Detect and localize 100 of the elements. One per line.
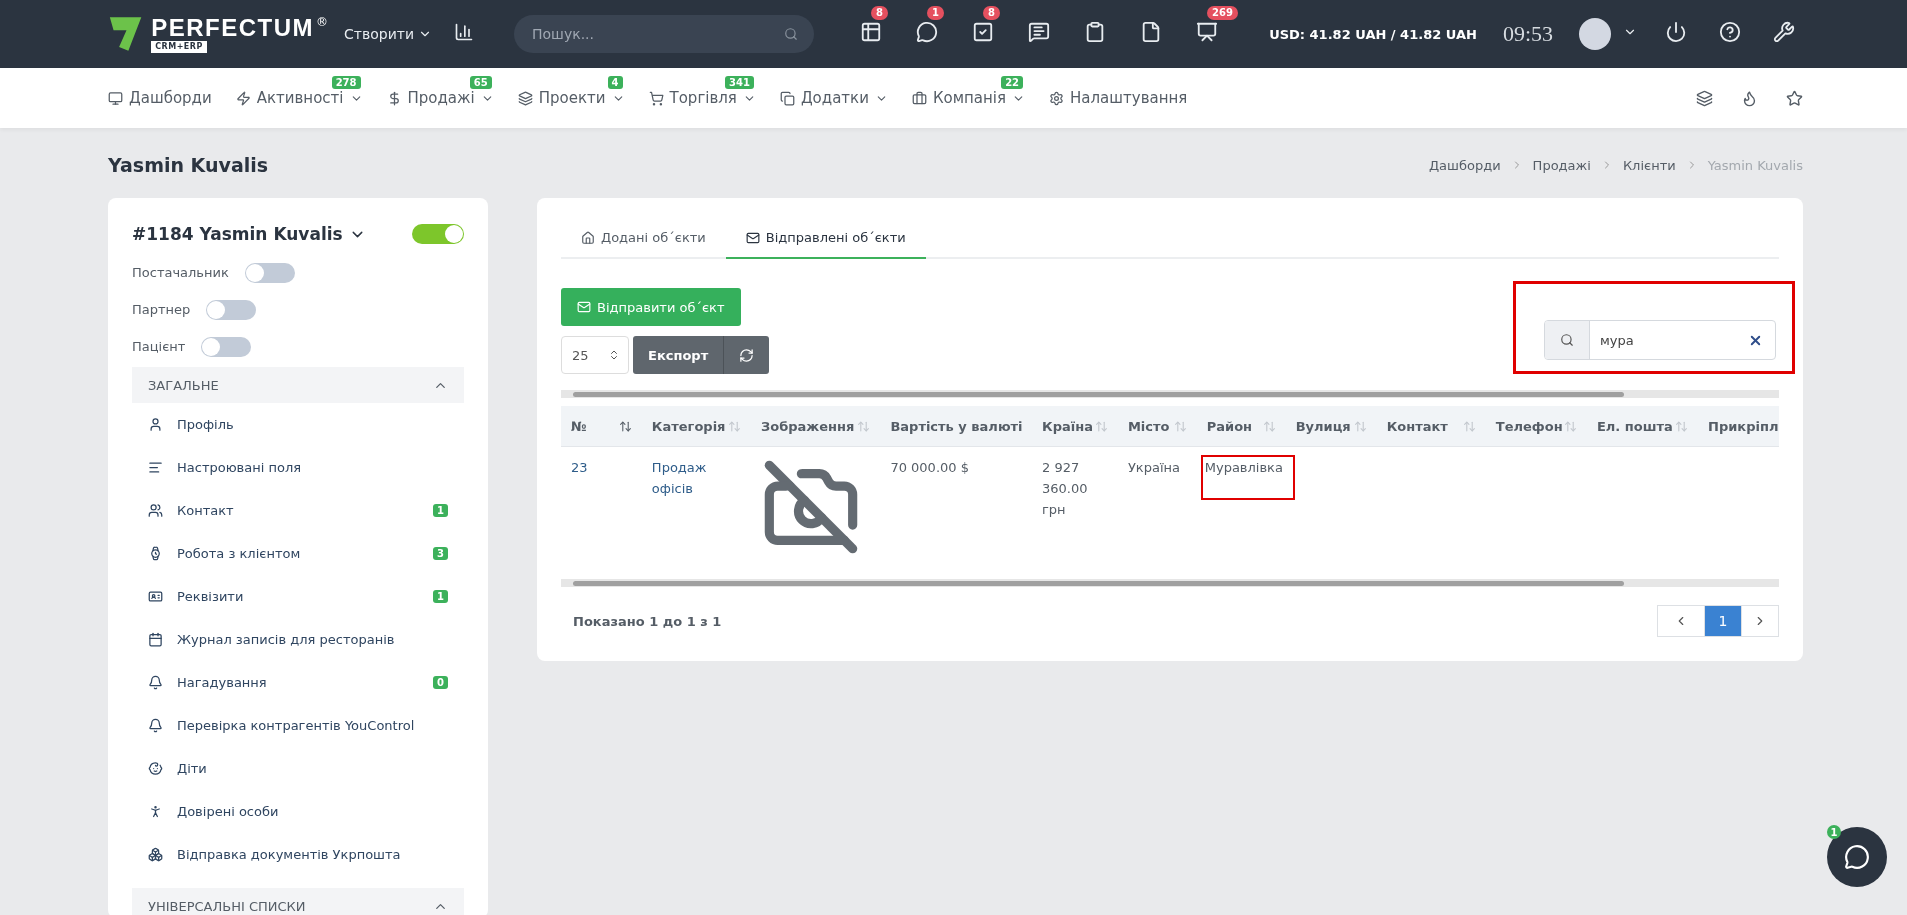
sidebar-item[interactable]: Відправка документів Укрпошта [132,833,464,876]
breadcrumb[interactable]: Продажі [1532,157,1591,173]
avatar[interactable] [1579,18,1611,50]
star-icon[interactable] [1786,89,1803,107]
home-icon [581,230,595,245]
up-down-icon [608,349,620,361]
nav-item[interactable]: Компанія [911,89,1026,107]
layers-icon[interactable] [1696,89,1713,107]
search-icon [1560,333,1574,347]
table-link[interactable]: 23 [571,457,588,478]
sidebar-item[interactable]: Настроювані поля [132,446,464,489]
count-badge: 1 [927,6,944,20]
page-size-select[interactable]: 25 [561,336,629,374]
mail-icon [745,230,760,245]
nav-item[interactable]: Дашборди [108,89,212,107]
highlighted-table-cell: Муравлівка [1200,455,1295,500]
chat-icon [1844,844,1870,870]
id-card-icon [148,589,163,604]
sidebar-item[interactable]: Журнал записів для ресторанів [132,618,464,661]
monitor-icon [108,90,123,106]
breadcrumb[interactable]: Клієнти [1622,157,1676,173]
count-badge: 278 [331,76,361,89]
count-badge: 8 [983,6,1000,20]
calendar-icon [148,632,163,647]
nav-item[interactable]: Активності [235,89,363,107]
scrollbar[interactable] [561,390,1779,398]
column-header[interactable]: № [571,418,587,434]
search-input[interactable]: Пошук... [530,25,784,43]
toggle-switch[interactable] [206,299,257,320]
scrollbar[interactable] [561,579,1779,587]
table-cell-text: 70 000.00 $ [890,459,969,477]
count-badge: 1 [433,504,448,517]
chat-button[interactable] [1827,827,1887,887]
search-icon [784,27,798,41]
clock: 09:53 [1502,21,1553,47]
bell-icon [148,718,163,733]
table-link[interactable]: Продаж офісів [651,457,747,499]
currency-rate: USD: 41.82 UAH / 41.82 UAH [1269,26,1477,42]
lines-icon [148,460,163,475]
toggle-switch[interactable] [244,262,295,283]
create-menu[interactable]: Створити [338,25,438,43]
watch-icon [148,546,163,561]
user-icon [148,417,163,432]
refresh-icon [739,347,755,363]
export-button[interactable]: Експорт [633,336,724,374]
boxes-icon [148,847,163,862]
briefcase-icon [911,90,927,106]
search-field[interactable]: Пошук... [514,15,814,53]
logo-text: PERFECTUM [151,15,314,41]
section-header[interactable]: ЗАГАЛЬНЕ [132,367,464,403]
sidebar-item[interactable]: Нагадування 0 [132,661,464,704]
tab[interactable]: Відправлені об΄єкти [725,220,926,259]
section-header[interactable]: УНІВЕРСАЛЬНІ СПИСКИ [132,888,464,915]
toggle-label: Постачальник [132,265,229,280]
sort-icon[interactable] [618,419,632,433]
copy-icon [779,90,795,106]
settings-icon [1049,90,1065,106]
cart-icon [648,90,664,106]
count-badge: 1 [1827,825,1841,839]
toggle-label: Пацієнт [132,339,186,354]
count-badge: 1 [433,590,448,603]
sidebar-item[interactable]: Перевірка контрагентів YouControl [132,704,464,747]
person-icon [148,804,163,819]
sidebar-item[interactable]: Профіль [132,403,464,446]
layers-icon [517,90,533,106]
nav-item[interactable]: Торгівля [648,89,756,107]
count-badge: 65 [469,76,492,89]
count-badge: 3 [433,547,448,560]
nav-item[interactable]: Налаштування [1049,89,1188,107]
toggle-switch[interactable] [412,224,464,244]
sidebar-item[interactable]: Діти [132,747,464,790]
nav-item[interactable]: Проекти [517,89,625,107]
nav-item[interactable]: Продажі [386,89,494,107]
search-field[interactable]: мура [1544,320,1776,360]
count-badge: 22 [1001,76,1024,89]
users-icon [148,503,163,518]
breadcrumb[interactable]: Дашборди [1428,157,1501,173]
sidebar-item[interactable]: Довірені особи [132,790,464,833]
page-title: Yasmin Kuvalis [108,154,269,176]
results-count: Показано 1 до 1 з 1 [572,613,722,629]
client-title[interactable]: #1184 Yasmin Kuvalis [132,224,366,244]
count-badge: 0 [433,676,448,689]
toggle-switch[interactable] [201,336,252,357]
sidebar-item[interactable]: Контакт 1 [132,489,464,532]
page-button[interactable]: 1 [1704,605,1742,637]
registered-mark: ® [316,15,328,29]
table-cell-text: 2 927 360.00 грн [1042,459,1089,519]
baby-icon [148,761,163,776]
sidebar-item[interactable]: Реквізити 1 [132,575,464,618]
toggle-label: Партнер [132,302,191,317]
nav-item[interactable]: Додатки [779,89,888,107]
refresh-button[interactable] [723,336,770,374]
lightning-icon [235,90,251,106]
tab[interactable]: Додані об΄єкти [561,220,726,259]
bell-icon [148,675,163,690]
flame-icon[interactable] [1741,89,1758,107]
sidebar-item[interactable]: Робота з клієнтом 3 [132,532,464,575]
count-badge: 341 [725,76,754,89]
count-badge: 4 [607,76,623,89]
count-badge: 269 [1207,6,1238,20]
